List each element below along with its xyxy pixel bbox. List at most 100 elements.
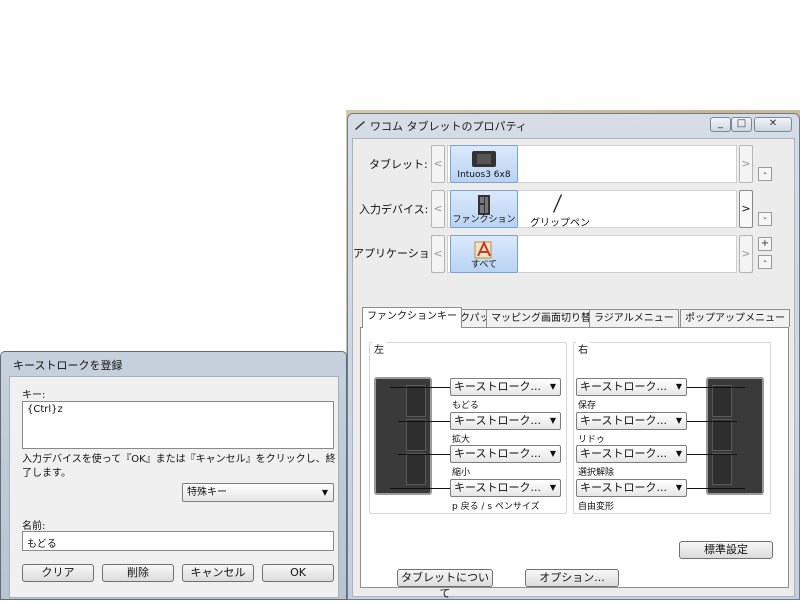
application-strip: すべて <box>447 235 737 273</box>
special-keys-dropdown[interactable]: 特殊キー ▼ <box>182 483 334 502</box>
keystroke-dialog: キーストロークを登録 キー: {Ctrl}z 入力デバイスを使って『OK』または… <box>0 351 347 600</box>
name-label: 名前: <box>22 521 46 532</box>
input-device-strip: ファンクション グリップペン <box>447 190 737 229</box>
right-tablet-key-1 <box>712 385 732 417</box>
right-group-label: 右 <box>576 341 590 356</box>
minimize-button[interactable]: _ <box>710 117 731 132</box>
left-tablet-key-1 <box>406 385 426 417</box>
right-key-4-value: キーストローク... <box>580 481 667 494</box>
maximize-button[interactable]: □ <box>731 117 752 132</box>
application-tile-label: すべて <box>470 260 497 270</box>
right-key-1-caption: 保存 <box>578 401 597 411</box>
application-remove-button[interactable]: - <box>758 255 772 269</box>
left-key-1-value: キーストローク... <box>454 380 541 393</box>
left-key-2-caption: 拡大 <box>452 435 471 445</box>
right-tablet-key-3 <box>712 453 732 485</box>
right-leader-2 <box>687 421 737 422</box>
chevron-down-icon: ▼ <box>675 416 682 425</box>
chevron-down-icon: ▼ <box>549 449 556 458</box>
right-key-2-dropdown[interactable]: キーストローク... ▼ <box>576 412 687 430</box>
tab-radial-menu[interactable]: ラジアルメニュー <box>589 309 679 327</box>
about-tablet-button[interactable]: タブレットについて <box>397 569 493 600</box>
input-device-next-button[interactable]: > <box>739 190 753 228</box>
left-key-2-dropdown[interactable]: キーストローク... ▼ <box>450 412 561 430</box>
input-device-tile-grip-pen[interactable]: グリップペン <box>524 191 594 229</box>
close-button[interactable]: ✕ <box>754 117 792 132</box>
options-button[interactable]: オプション... <box>525 569 619 587</box>
cancel-button[interactable]: キャンセル <box>182 564 254 582</box>
right-leader-4 <box>687 488 745 489</box>
name-input[interactable]: もどる <box>22 531 334 551</box>
input-device-prev-button[interactable]: < <box>431 190 445 228</box>
application-add-button[interactable]: + <box>758 237 772 251</box>
left-tablet-keys-image <box>374 377 432 495</box>
tablet-prev-button[interactable]: < <box>431 145 445 183</box>
input-device-row-label: 入力デバイス: <box>359 203 429 216</box>
tablet-tile-intuos3[interactable]: Intuos3 6x8 <box>450 145 518 183</box>
function-keys-panel: 左 キーストローク... ▼ もどる キーストローク... ▼ 拡大 キーストロ… <box>360 327 789 588</box>
right-leader-3 <box>687 454 737 455</box>
right-key-4-dropdown[interactable]: キーストローク... ▼ <box>576 479 687 497</box>
input-device-tile-label: ファンクション <box>452 215 516 225</box>
chevron-down-icon: ▼ <box>549 483 556 492</box>
right-tablet-keys-image <box>706 377 764 495</box>
pen-icon <box>355 121 365 130</box>
right-leader-1 <box>687 387 745 388</box>
tablet-remove-button[interactable]: - <box>758 167 772 181</box>
ok-button[interactable]: OK <box>262 564 334 582</box>
left-key-3-dropdown[interactable]: キーストローク... ▼ <box>450 445 561 463</box>
left-key-4-value: キーストローク... <box>454 481 541 494</box>
right-key-1-dropdown[interactable]: キーストローク... ▼ <box>576 378 687 396</box>
right-keys-group: 右 キーストローク... ▼ 保存 キーストローク... ▼ リドゥ キーストロ… <box>573 341 771 514</box>
chevron-down-icon: ▼ <box>675 449 682 458</box>
left-key-3-value: キーストローク... <box>454 447 541 460</box>
right-key-1-value: キーストローク... <box>580 380 667 393</box>
left-tablet-key-2 <box>406 419 426 451</box>
default-settings-button[interactable]: 標準設定 <box>679 541 773 559</box>
right-key-3-value: キーストローク... <box>580 447 667 460</box>
left-leader-4 <box>390 488 450 489</box>
window-client-area: タブレット: < Intuos3 6x8 > - 入力デバイス: < ファンクシ… <box>352 138 795 600</box>
right-tablet-key-2 <box>712 419 732 451</box>
title-bar[interactable]: ワコム タブレットのプロパティ _ □ ✕ <box>348 114 799 136</box>
dialog-client-area: キー: {Ctrl}z 入力デバイスを使って『OK』または『キャンセル』をクリッ… <box>9 376 339 598</box>
application-next-button[interactable]: > <box>739 235 753 273</box>
input-device-remove-button[interactable]: - <box>758 212 772 226</box>
application-prev-button[interactable]: < <box>431 235 445 273</box>
left-leader-1 <box>390 387 450 388</box>
key-input[interactable]: {Ctrl}z <box>22 401 334 449</box>
delete-button[interactable]: 削除 <box>102 564 174 582</box>
tab-mapping-switch[interactable]: マッピング画面切り替え <box>486 309 606 327</box>
tablet-row-label: タブレット: <box>369 158 428 171</box>
chevron-down-icon: ▼ <box>321 488 328 497</box>
left-key-1-caption: もどる <box>452 401 479 411</box>
right-key-4-caption: 自由変形 <box>578 502 615 512</box>
left-key-1-dropdown[interactable]: キーストローク... ▼ <box>450 378 561 396</box>
tablet-properties-window: ワコム タブレットのプロパティ _ □ ✕ タブレット: < Intuos3 6… <box>347 113 800 600</box>
left-leader-3 <box>398 454 450 455</box>
left-keys-group: 左 キーストローク... ▼ もどる キーストローク... ▼ 拡大 キーストロ… <box>369 341 567 514</box>
instruction-text: 入力デバイスを使って『OK』または『キャンセル』をクリックし、終了します。 <box>22 454 336 479</box>
tablet-tile-label: Intuos3 6x8 <box>457 170 511 180</box>
chevron-down-icon: ▼ <box>549 382 556 391</box>
grip-pen-label: グリップペン <box>530 218 590 229</box>
tab-popup-menu[interactable]: ポップアップメニュー <box>680 309 790 327</box>
tab-function-keys[interactable]: ファンクションキー <box>362 307 462 328</box>
left-key-2-value: キーストローク... <box>454 414 541 427</box>
tablet-strip: Intuos3 6x8 <box>447 145 737 183</box>
right-key-3-dropdown[interactable]: キーストローク... ▼ <box>576 445 687 463</box>
chevron-down-icon: ▼ <box>675 483 682 492</box>
pen-icon <box>553 194 562 213</box>
key-label: キー: <box>22 390 46 401</box>
input-device-tile-function[interactable]: ファンクション <box>450 190 518 228</box>
clear-button[interactable]: クリア <box>22 564 94 582</box>
chevron-down-icon: ▼ <box>549 416 556 425</box>
left-group-label: 左 <box>372 341 386 356</box>
left-key-4-dropdown[interactable]: キーストローク... ▼ <box>450 479 561 497</box>
tablet-next-button[interactable]: > <box>739 145 753 183</box>
tablet-icon <box>472 151 496 167</box>
application-tile-all[interactable]: すべて <box>450 235 518 273</box>
left-leader-2 <box>398 421 450 422</box>
right-key-2-caption: リドゥ <box>578 435 606 445</box>
special-keys-value: 特殊キー <box>187 487 227 498</box>
